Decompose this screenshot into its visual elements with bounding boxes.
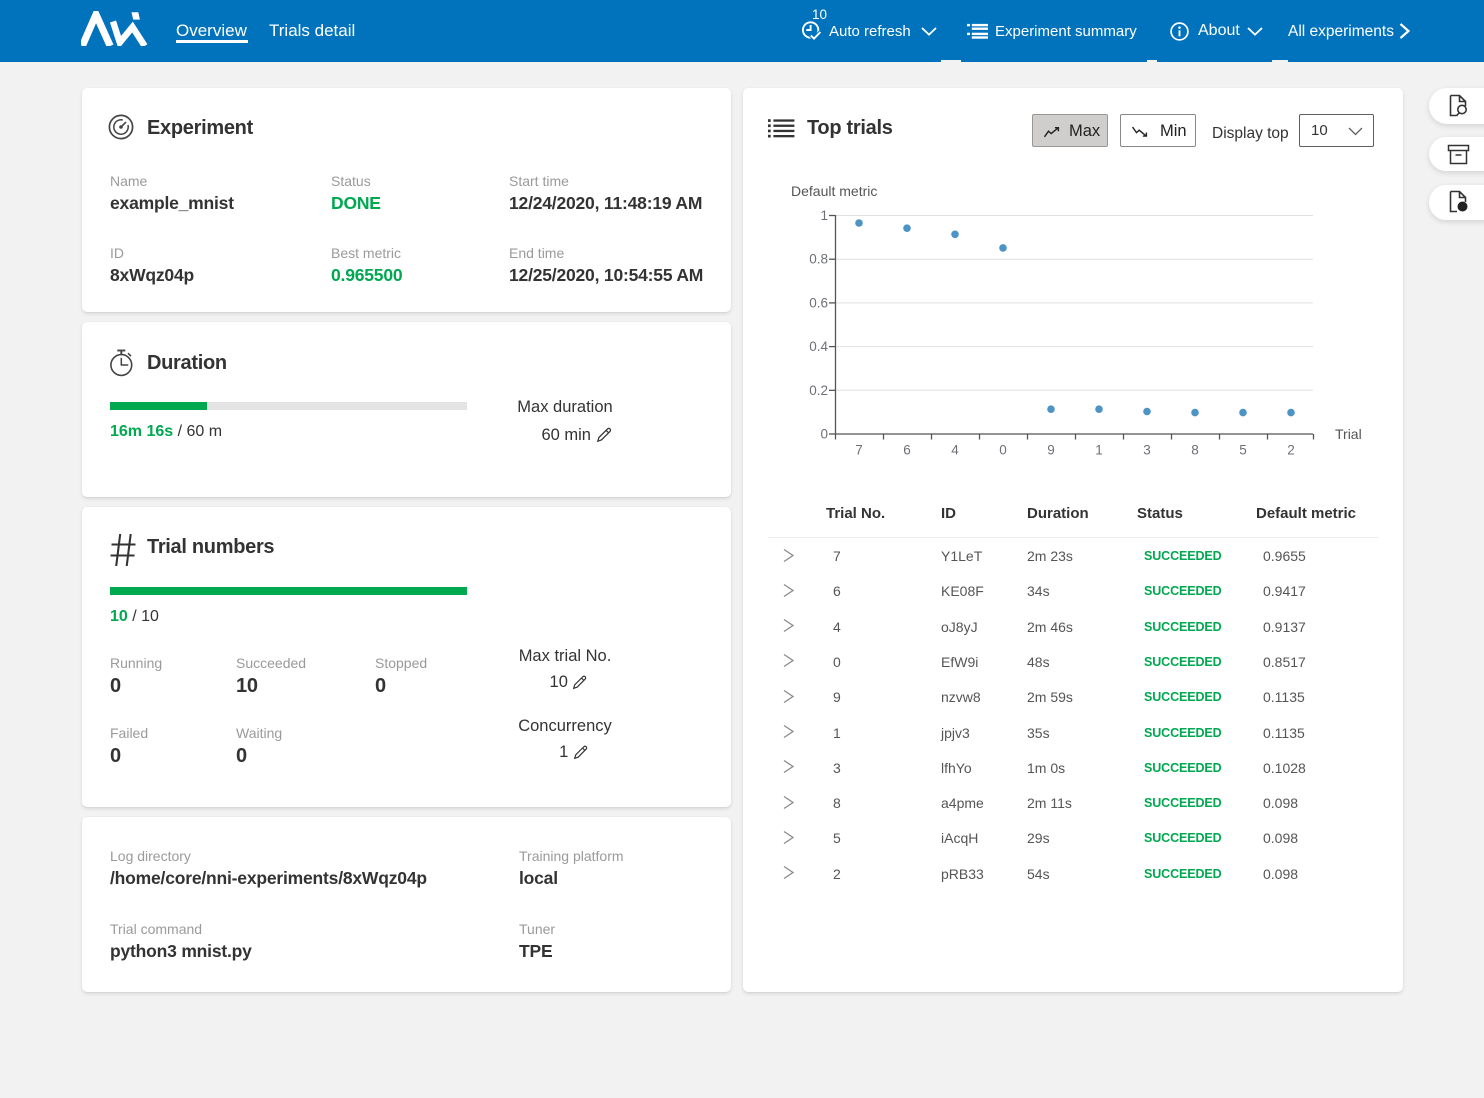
- svg-text:4: 4: [951, 443, 959, 458]
- svg-text:8: 8: [1191, 443, 1199, 458]
- svg-text:0.6: 0.6: [809, 295, 828, 310]
- svg-text:2: 2: [1287, 443, 1295, 458]
- svg-text:3: 3: [1143, 443, 1151, 458]
- svg-text:1: 1: [820, 208, 828, 223]
- svg-text:9: 9: [1047, 443, 1055, 458]
- svg-text:5: 5: [1239, 443, 1247, 458]
- svg-text:0: 0: [999, 443, 1007, 458]
- svg-text:0.2: 0.2: [809, 383, 828, 398]
- svg-text:0: 0: [820, 427, 828, 442]
- svg-text:7: 7: [855, 443, 863, 458]
- svg-text:0.4: 0.4: [809, 339, 828, 354]
- svg-text:0.8: 0.8: [809, 252, 828, 267]
- svg-text:Trial: Trial: [1335, 426, 1362, 442]
- svg-text:6: 6: [903, 443, 911, 458]
- svg-text:1: 1: [1095, 443, 1103, 458]
